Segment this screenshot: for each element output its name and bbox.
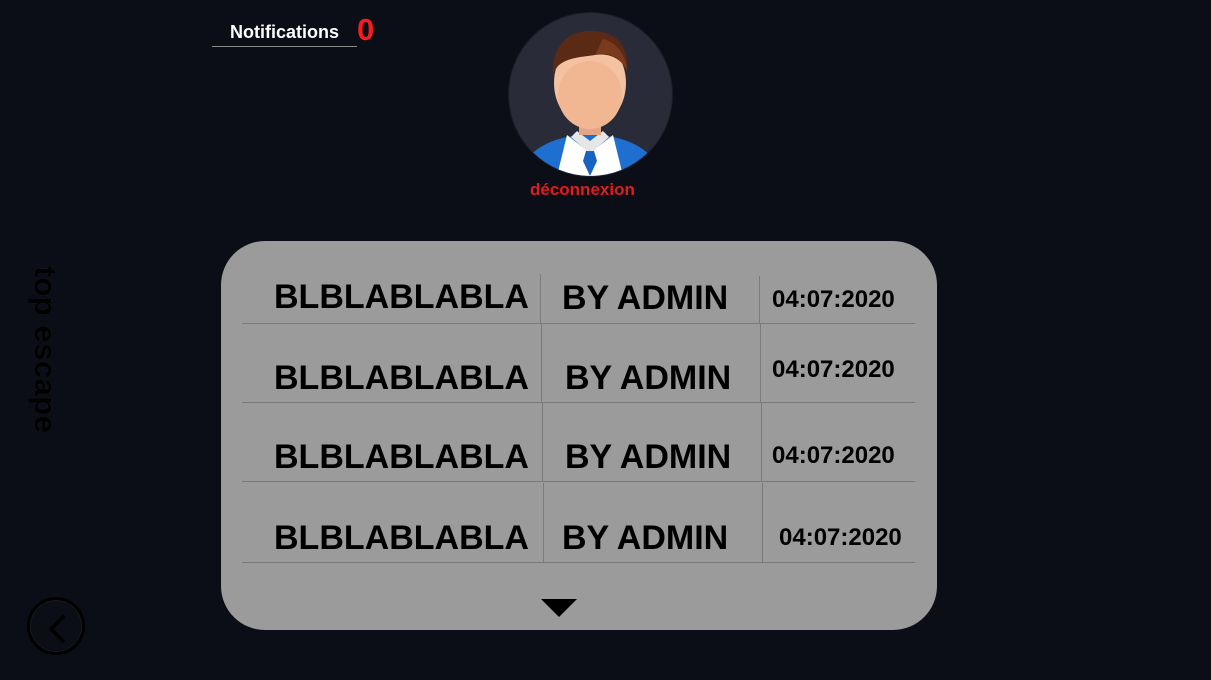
avatar[interactable] [508,12,673,177]
back-button[interactable] [27,597,85,655]
chevron-left-icon [49,615,65,643]
column-divider [761,402,762,481]
notifications-header[interactable]: Notifications [212,18,357,47]
triangle-down-icon[interactable] [541,599,577,617]
item-title: BLBLABLABLA [274,278,529,316]
column-divider [541,323,542,402]
list-item[interactable]: BLBLABLABLA BY ADMIN 04:07:2020 [242,244,915,324]
notifications-count-badge: 0 [357,12,375,47]
app-title-text: top escape [28,266,63,434]
item-date: 04:07:2020 [772,442,895,469]
item-author: BY ADMIN [565,438,732,476]
logout-link[interactable]: déconnexion [530,180,635,200]
column-divider [540,274,541,323]
item-date: 04:07:2020 [779,524,902,551]
item-author: BY ADMIN [565,359,732,397]
item-author: BY ADMIN [562,279,729,317]
column-divider [759,276,760,323]
list-item[interactable]: BLBLABLABLA BY ADMIN 04:07:2020 [242,323,915,403]
notification-panel: BLBLABLABLA BY ADMIN 04:07:2020 BLBLABLA… [221,241,937,630]
notifications-label: Notifications [230,22,340,42]
list-item[interactable]: BLBLABLABLA BY ADMIN 04:07:2020 [242,483,915,563]
item-title: BLBLABLABLA [274,359,529,397]
app-side-title: top escape [14,262,76,438]
item-title: BLBLABLABLA [274,438,529,476]
item-date: 04:07:2020 [772,286,895,313]
column-divider [543,483,544,562]
item-date: 04:07:2020 [772,356,895,383]
column-divider [762,483,763,562]
list-item[interactable]: BLBLABLABLA BY ADMIN 04:07:2020 [242,402,915,482]
item-title: BLBLABLABLA [274,519,529,557]
item-author: BY ADMIN [562,519,729,557]
column-divider [760,323,761,402]
user-avatar-icon [517,31,664,176]
column-divider [542,402,543,481]
